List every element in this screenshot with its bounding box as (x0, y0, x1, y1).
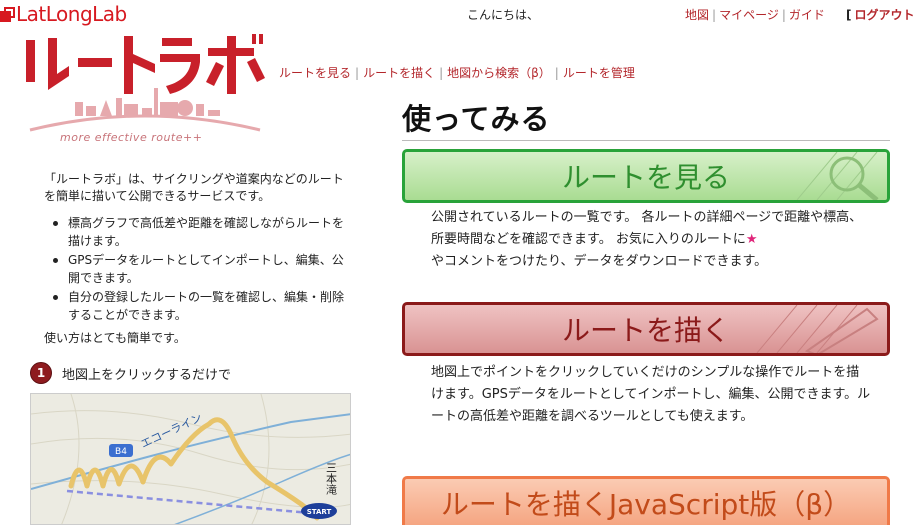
step-one: 1 地図上をクリックするだけで (30, 362, 231, 384)
link-map[interactable]: 地図 (685, 8, 709, 22)
draw-route-js-button[interactable]: ルートを描くJavaScript版（β） (402, 476, 890, 525)
subnav-draw-route[interactable]: ルートを描く (363, 66, 435, 80)
magnifier-icon (796, 152, 879, 200)
subnav-manage-routes[interactable]: ルートを管理 (563, 66, 635, 80)
logout-wrapper: [ログアウト (846, 8, 915, 22)
map-place-name: 三本滝 (325, 462, 338, 495)
map-artwork: B4 エコーライン 三本滝 START (31, 394, 350, 524)
site-logo-artwork (26, 34, 265, 132)
feature-list: 標高グラフで高低差や距離を確認しながらルートを描けます。 GPSデータをルートと… (50, 214, 350, 325)
sample-map[interactable]: B4 エコーライン 三本滝 START (30, 393, 351, 525)
intro-text: 「ルートラボ」は、サイクリングや道案内などのルートを簡単に描いて公開できるサービ… (44, 172, 344, 203)
logout-link[interactable]: ログアウト (854, 8, 914, 22)
subnav-map-search[interactable]: 地図から検索（β） (447, 66, 551, 80)
link-guide[interactable]: ガイド (789, 8, 825, 22)
view-routes-button[interactable]: ルートを見る (402, 149, 890, 203)
star-icon: ★ (745, 232, 758, 247)
divider (402, 140, 890, 141)
brand-logo[interactable]: LatLongLab (0, 3, 127, 25)
map-start-marker: START (307, 508, 332, 516)
site-logo[interactable] (20, 32, 270, 144)
pencil-icon (756, 305, 879, 353)
step-number-badge: 1 (30, 362, 52, 384)
page-title: 使ってみる (402, 102, 551, 136)
logo-tagline: more effective route++ (60, 131, 203, 144)
map-route-number: B4 (115, 447, 127, 457)
greeting-text: こんにちは、 (467, 8, 540, 22)
subnav-view-routes[interactable]: ルートを見る (279, 66, 351, 80)
sub-navigation: ルートを見る | ルートを描く | 地図から検索（β） | ルートを管理 (279, 66, 635, 80)
draw-route-description: 地図上でポイントをクリックしていくだけのシンプルな操作でルートを描けます。GPS… (431, 365, 871, 424)
step-text: 地図上をクリックするだけで (62, 367, 232, 383)
feature-item: 自分の登録したルートの一覧を確認し、編集・削除することができます。 (50, 288, 350, 324)
brand-mark-icon (0, 6, 15, 22)
top-links: 地図 | マイページ | ガイド (685, 8, 825, 22)
link-mypage[interactable]: マイページ (719, 8, 779, 22)
draw-route-button[interactable]: ルートを描く (402, 302, 890, 356)
view-routes-description: 公開されているルートの一覧です。 各ルートの詳細ページで距離や標高、所要時間など… (431, 210, 863, 269)
simple-note: 使い方はとても簡単です。 (44, 331, 186, 345)
feature-item: GPSデータをルートとしてインポートし、編集、公開できます。 (50, 251, 350, 287)
feature-item: 標高グラフで高低差や距離を確認しながらルートを描けます。 (50, 214, 350, 250)
brand-name: LatLongLab (16, 2, 127, 26)
